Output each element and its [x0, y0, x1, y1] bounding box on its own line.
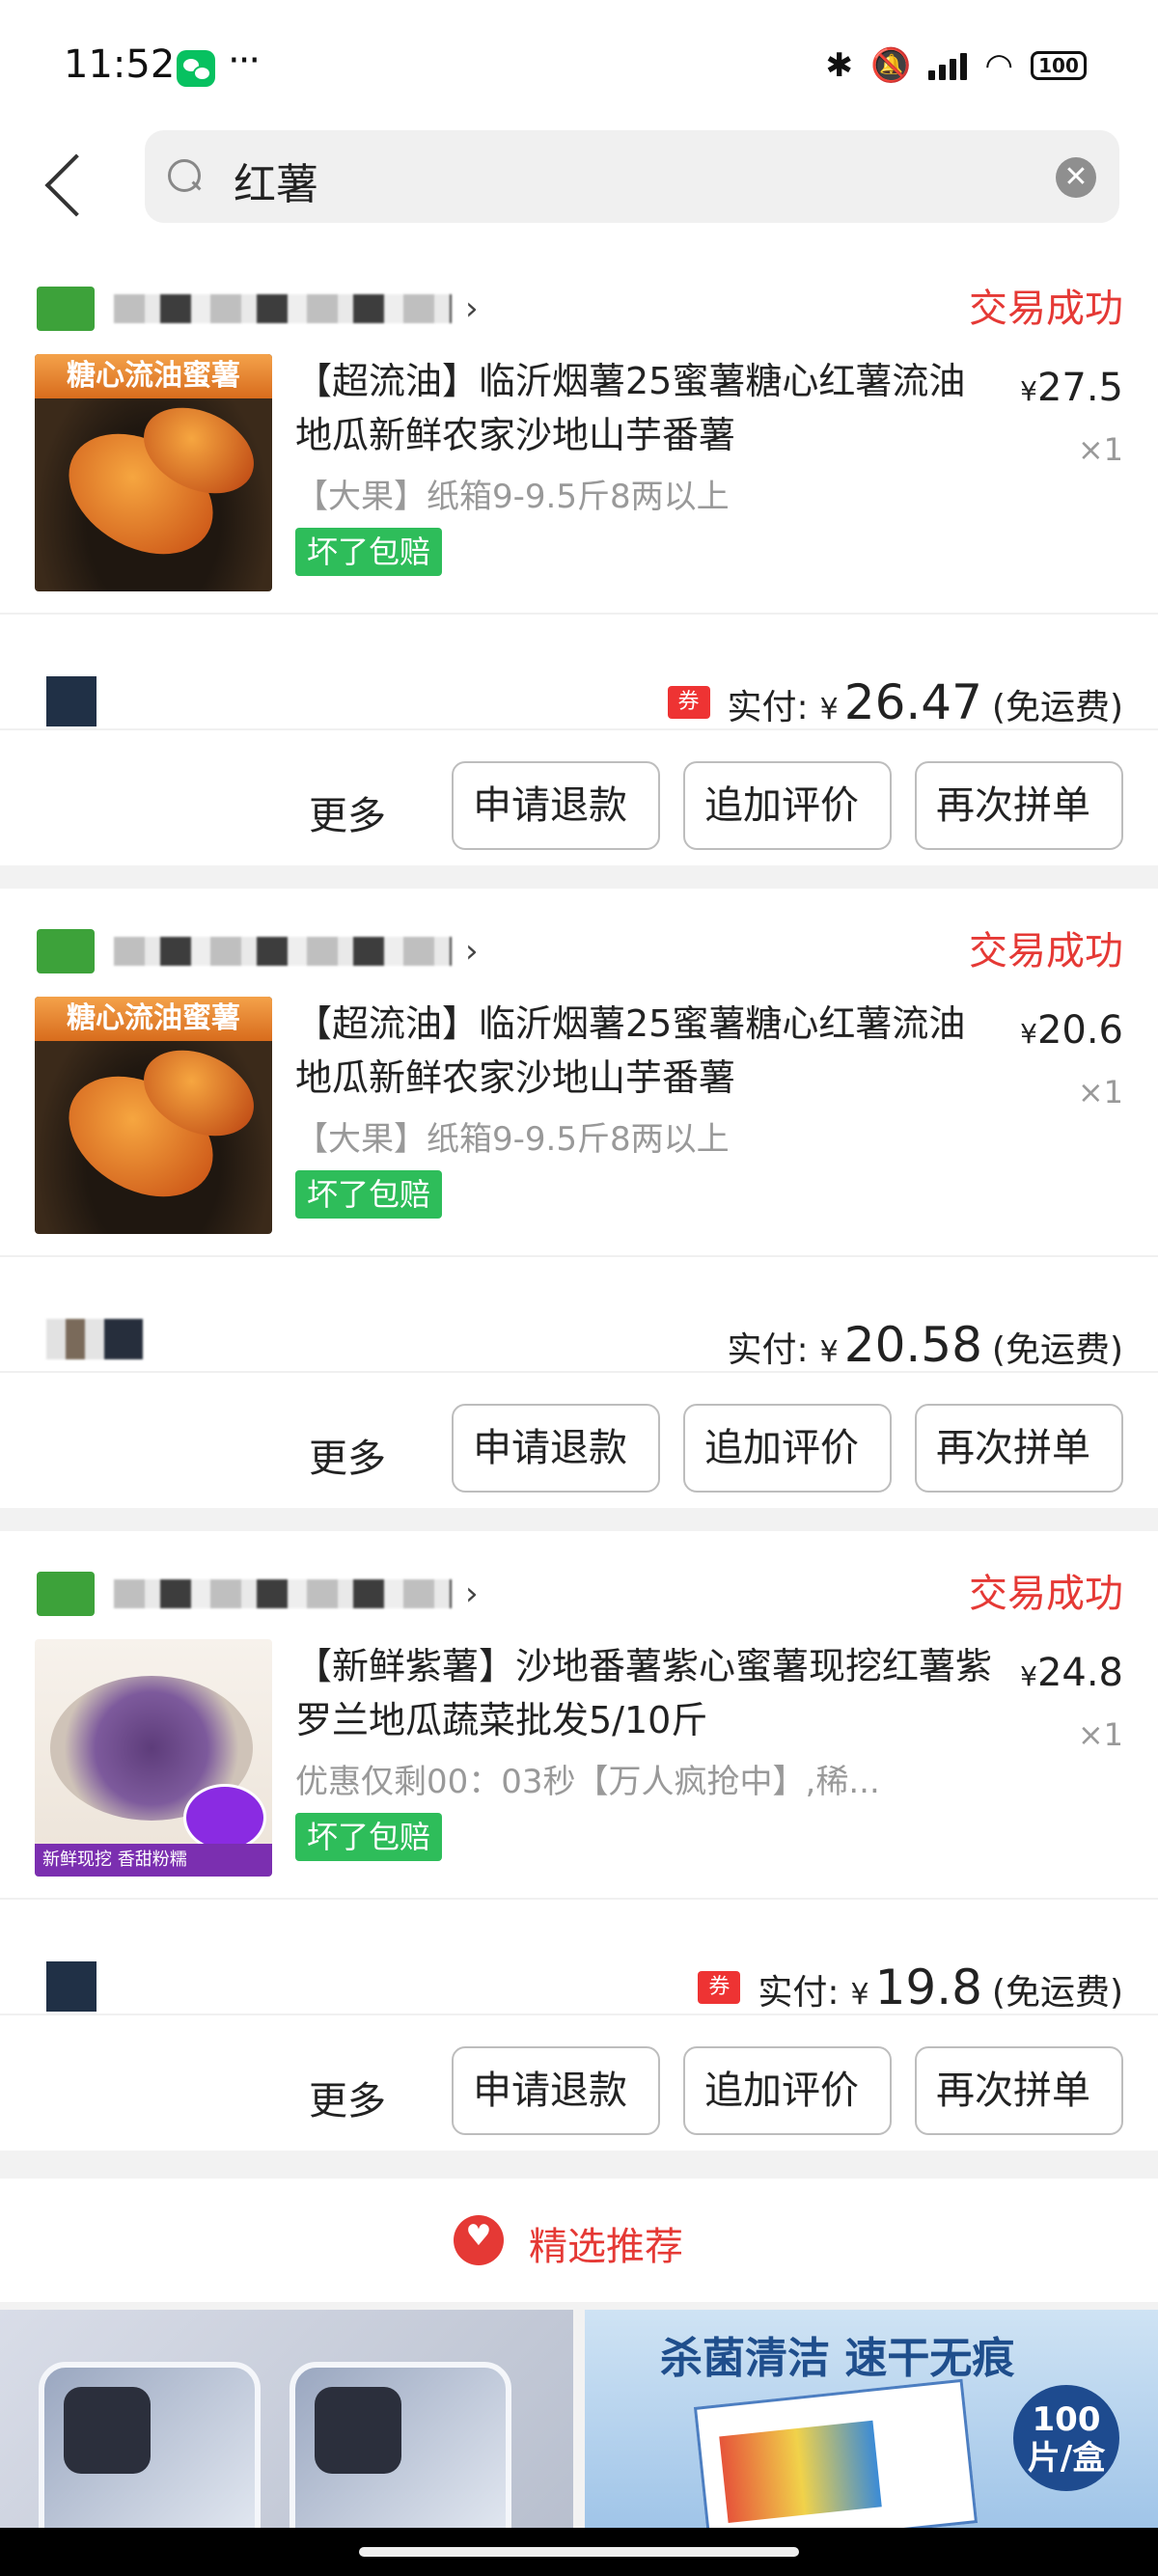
reorder-button[interactable]: 再次拼单: [915, 2046, 1123, 2135]
shop-name-blurred: [114, 1579, 452, 1608]
more-button[interactable]: 更多: [309, 784, 386, 840]
heart-icon: [454, 2215, 504, 2265]
order-status: 交易成功: [969, 1572, 1123, 1616]
product-title[interactable]: 【超流油】临沂烟薯25蜜薯糖心红薯流油地瓜新鲜农家沙地山芋番薯: [295, 997, 996, 1105]
order-card: › 交易成功 糖心流油蜜薯 【超流油】临沂烟薯25蜜薯糖心红薯流油地瓜新鲜农家沙…: [0, 246, 1158, 865]
refund-button[interactable]: 申请退款: [452, 761, 660, 850]
phone-case-image: [290, 2362, 511, 2532]
product-title[interactable]: 【新鲜紫薯】沙地番薯紫心蜜薯现挖红薯紫罗兰地瓜蔬菜批发5/10斤: [295, 1639, 996, 1747]
product-title[interactable]: 【超流油】临沂烟薯25蜜薯糖心红薯流油地瓜新鲜农家沙地山芋番薯: [295, 354, 996, 462]
avatar: [46, 1961, 96, 2012]
add-review-button[interactable]: 追加评价: [683, 2046, 892, 2135]
product-image-caption: 新鲜现挖 香甜粉糯: [35, 1844, 272, 1877]
order-actions: 更多 申请退款 追加评价 再次拼单: [0, 1390, 1158, 1508]
order-actions: 更多 申请退款 追加评价 再次拼单: [0, 2033, 1158, 2151]
paid-amount: 券 实付: ¥ 19.8 (免运费): [698, 1959, 1123, 2015]
paid-amount: 券 实付: ¥ 26.47 (免运费): [667, 674, 1123, 730]
product-image-caption: 糖心流油蜜薯: [35, 997, 272, 1041]
quantity: ×1: [1077, 1074, 1123, 1110]
product-image[interactable]: 糖心流油蜜薯: [35, 354, 272, 591]
product-image[interactable]: 新鲜现挖 香甜粉糯: [35, 1639, 272, 1877]
reorder-button[interactable]: 再次拼单: [915, 1404, 1123, 1493]
coupon-icon: 券: [667, 686, 710, 719]
shop-name-blurred: [114, 937, 452, 966]
search-input[interactable]: 红薯: [234, 150, 318, 211]
add-review-button[interactable]: 追加评价: [683, 761, 892, 850]
recommendations-title: 精选推荐: [529, 2225, 683, 2269]
product-image[interactable]: 糖心流油蜜薯: [35, 997, 272, 1234]
guarantee-badge: 坏了包赔: [295, 528, 443, 576]
count-badge: 100 片/盒: [1013, 2385, 1119, 2491]
add-review-button[interactable]: 追加评价: [683, 1404, 892, 1493]
more-notifications-icon: ···: [228, 39, 261, 83]
avatar: [46, 1319, 143, 1359]
clear-search-icon[interactable]: ✕: [1056, 157, 1096, 198]
order-status: 交易成功: [969, 929, 1123, 973]
signal-icon: [928, 51, 968, 80]
chevron-right-icon: ›: [465, 932, 479, 971]
mute-icon: 🔕: [869, 46, 912, 85]
wechat-icon: [177, 50, 215, 87]
paid-amount: 实付: ¥ 20.58 (免运费): [727, 1317, 1123, 1373]
lens-wipes-box-image: [693, 2378, 979, 2532]
refund-button[interactable]: 申请退款: [452, 1404, 660, 1493]
system-icons: ✱ 🔕 ◠ 100: [825, 46, 1087, 85]
shop-logo: [37, 929, 95, 973]
quantity: ×1: [1077, 1716, 1123, 1753]
unit-price: ¥24.8: [1020, 1651, 1123, 1695]
home-indicator: [0, 2528, 1158, 2576]
phone-case-image: [39, 2362, 261, 2532]
recommended-product-card[interactable]: 杀菌清洁 速干无痕 100 片/盒: [585, 2310, 1158, 2532]
refund-button[interactable]: 申请退款: [452, 2046, 660, 2135]
more-button[interactable]: 更多: [309, 2069, 386, 2125]
battery-icon: 100: [1031, 51, 1087, 80]
product-spec: 【大果】纸箱9-9.5斤8两以上: [295, 478, 730, 516]
order-status: 交易成功: [969, 287, 1123, 331]
guarantee-badge: 坏了包赔: [295, 1813, 443, 1861]
product-image-caption: 糖心流油蜜薯: [35, 354, 272, 398]
reorder-button[interactable]: 再次拼单: [915, 761, 1123, 850]
promo-headline: 杀菌清洁 速干无痕: [660, 2334, 1015, 2383]
recommended-product-card[interactable]: [0, 2310, 573, 2532]
more-button[interactable]: 更多: [309, 1427, 386, 1483]
back-icon[interactable]: [39, 144, 96, 221]
order-card: › 交易成功 新鲜现挖 香甜粉糯 【新鲜紫薯】沙地番薯紫心蜜薯现挖红薯紫罗兰地瓜…: [0, 1531, 1158, 2151]
chevron-right-icon: ›: [465, 289, 479, 328]
recommendations-header: 精选推荐: [0, 2179, 1158, 2302]
product-spec: 优惠仅剩00：03秒【万人疯抢中】,稀...: [295, 1763, 880, 1801]
search-header: 红薯 ✕: [0, 130, 1158, 246]
coupon-icon: 券: [698, 1971, 741, 2004]
quantity: ×1: [1077, 431, 1123, 468]
wifi-icon: ◠: [984, 46, 1013, 85]
order-card: › 交易成功 糖心流油蜜薯 【超流油】临沂烟薯25蜜薯糖心红薯流油地瓜新鲜农家沙…: [0, 889, 1158, 1508]
unit-price: ¥20.6: [1020, 1008, 1123, 1053]
bluetooth-icon: ✱: [825, 46, 853, 85]
guarantee-badge: 坏了包赔: [295, 1170, 443, 1219]
shop-link[interactable]: ›: [37, 1570, 479, 1618]
status-bar: 11:52 ··· ✱ 🔕 ◠ 100: [0, 0, 1158, 130]
search-icon: [166, 157, 203, 194]
chevron-right-icon: ›: [465, 1575, 479, 1613]
shop-logo: [37, 1572, 95, 1616]
shop-name-blurred: [114, 294, 452, 323]
shop-logo: [37, 287, 95, 331]
order-actions: 更多 申请退款 追加评价 再次拼单: [0, 748, 1158, 865]
shop-link[interactable]: ›: [37, 285, 479, 333]
product-spec: 【大果】纸箱9-9.5斤8两以上: [295, 1120, 730, 1159]
home-indicator-pill[interactable]: [359, 2547, 799, 2557]
shop-link[interactable]: ›: [37, 927, 479, 975]
clock: 11:52: [64, 42, 176, 87]
avatar: [46, 676, 96, 726]
search-box[interactable]: 红薯 ✕: [145, 130, 1119, 223]
unit-price: ¥27.5: [1020, 366, 1123, 410]
